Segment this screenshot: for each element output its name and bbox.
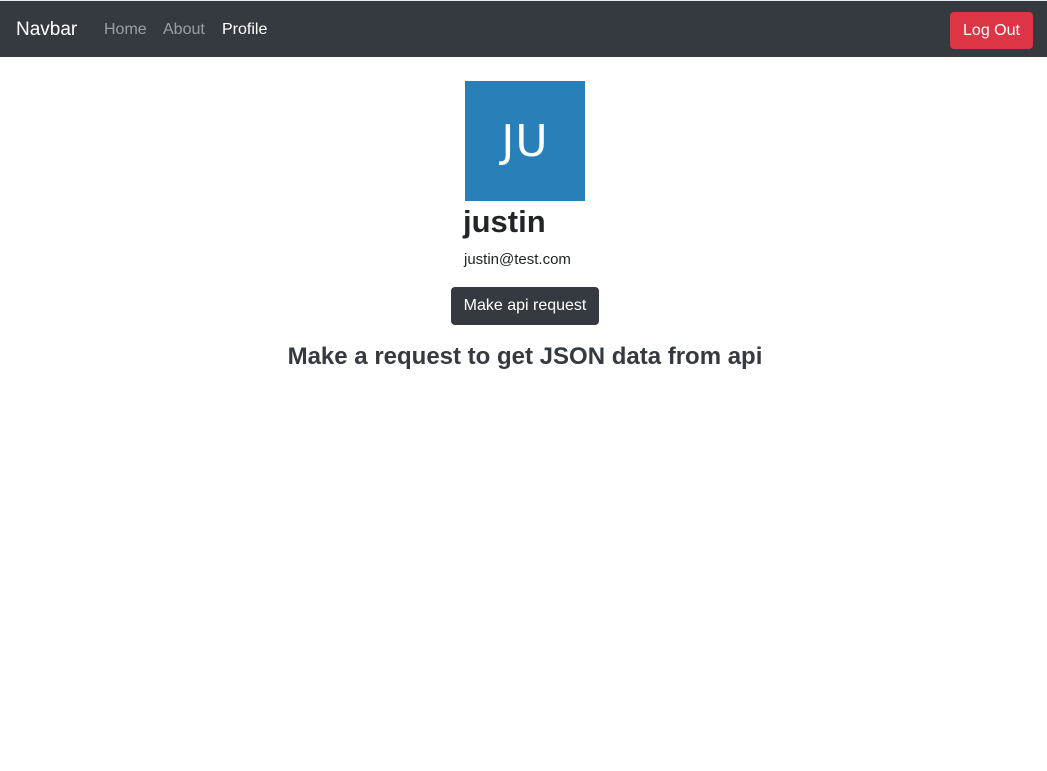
api-result-text: Make a request to get JSON data from api bbox=[287, 343, 763, 370]
profile-name: justin bbox=[463, 204, 546, 239]
avatar: JU bbox=[465, 81, 585, 201]
make-api-request-button[interactable]: Make api request bbox=[451, 287, 599, 325]
avatar-initials: JU bbox=[501, 115, 549, 167]
nav-link-home[interactable]: Home bbox=[104, 20, 147, 40]
profile-email: justin@test.com bbox=[464, 251, 571, 268]
navbar-brand[interactable]: Navbar bbox=[16, 19, 77, 41]
logout-button[interactable]: Log Out bbox=[950, 12, 1033, 49]
nav-link-profile[interactable]: Profile bbox=[222, 20, 267, 40]
nav-link-about[interactable]: About bbox=[163, 20, 205, 40]
navbar: Navbar Home About Profile Log Out bbox=[0, 0, 1047, 57]
